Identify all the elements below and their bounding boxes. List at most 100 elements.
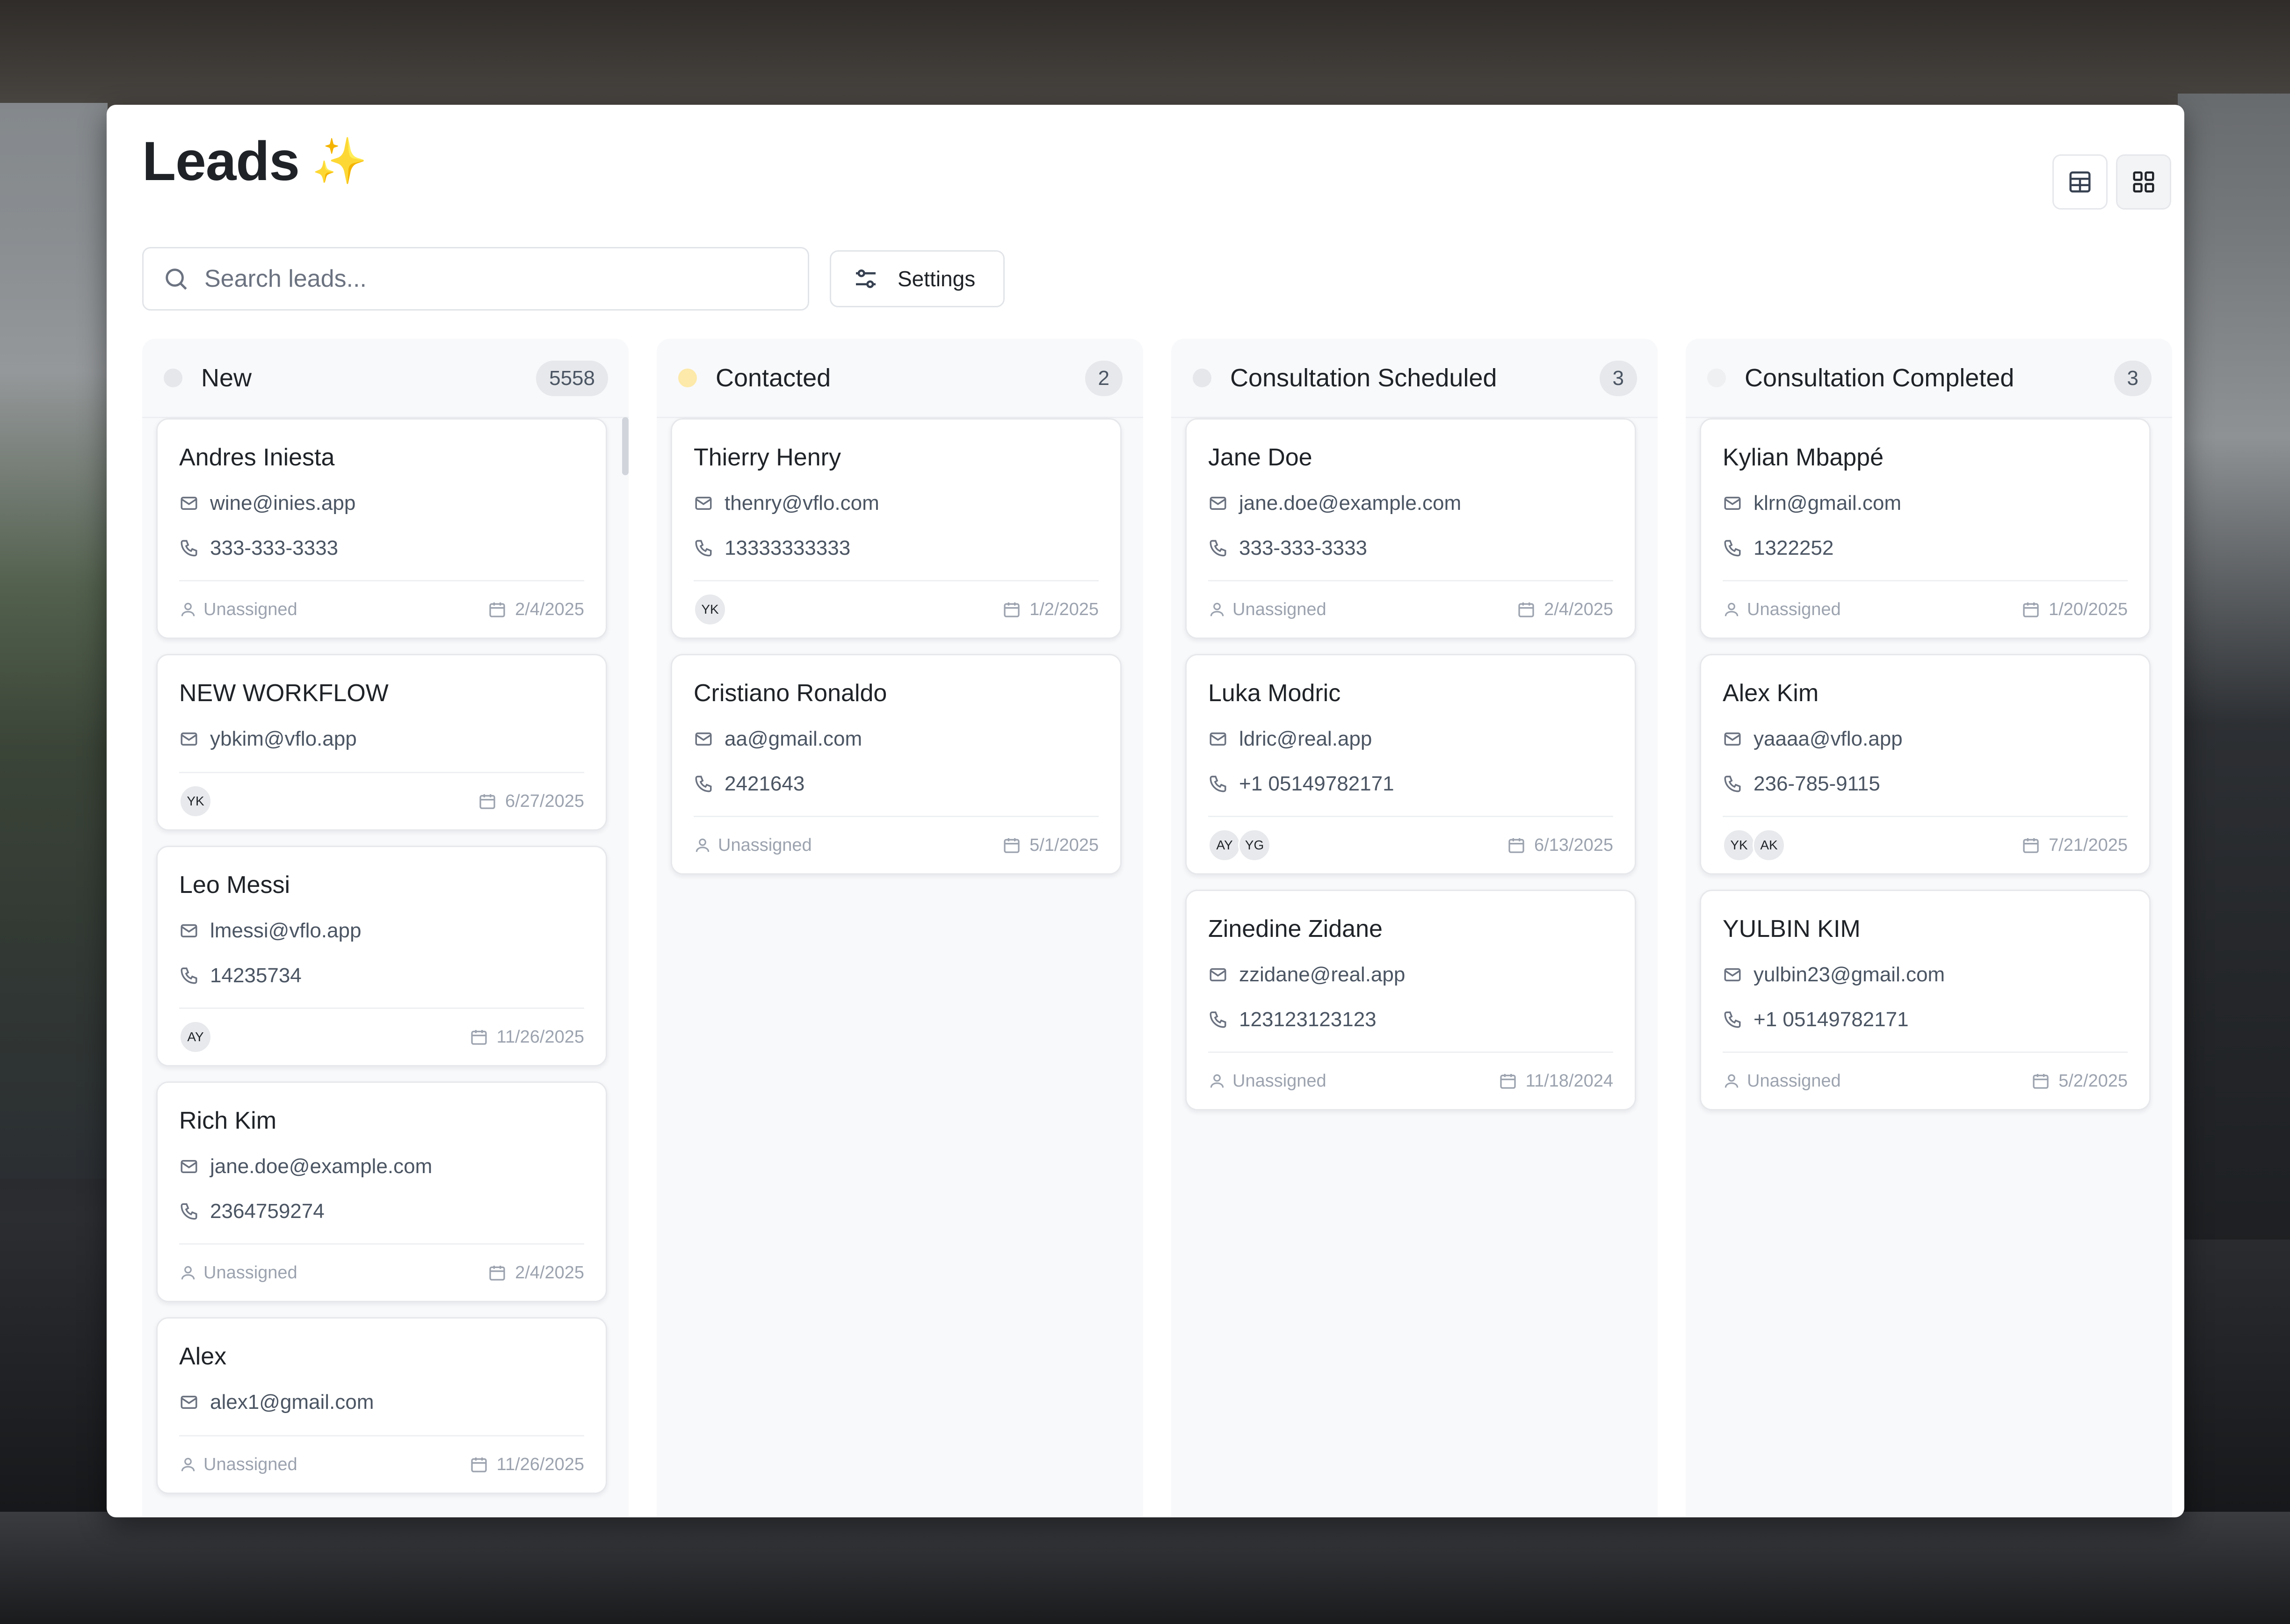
assignee[interactable]: Unassigned: [179, 1455, 297, 1475]
phone-icon: [695, 776, 712, 792]
date-label: 6/27/2025: [505, 791, 584, 811]
lead-card[interactable]: Thierry Henry thenry@vflo.com 13333333333 Y…: [671, 418, 1122, 639]
phone-icon: [181, 1203, 197, 1220]
assignee-avatars: YK AK: [1723, 829, 1785, 862]
date-label: 7/21/2025: [2048, 835, 2128, 855]
phone-row: +1 05149782171: [1208, 770, 1613, 798]
column-title: Consultation Scheduled: [1230, 363, 1497, 392]
lead-name: Kylian Mbappé: [1723, 444, 1884, 471]
lead-card[interactable]: YULBIN KIM yulbin23@gmail.com +1 051497821…: [1700, 890, 2151, 1110]
avatar[interactable]: AK: [1753, 829, 1785, 862]
lead-card[interactable]: Kylian Mbappé klrn@gmail.com 1322252 Unassi…: [1700, 418, 2151, 639]
lead-card[interactable]: Luka Modric ldric@real.app +1 05149782171 A…: [1185, 654, 1636, 875]
lead-email: jane.doe@example.com: [210, 1155, 433, 1178]
avatar[interactable]: YK: [179, 785, 212, 818]
date-label: 11/18/2024: [1525, 1071, 1613, 1091]
settings-button[interactable]: Settings: [830, 250, 1005, 307]
assignee[interactable]: Unassigned: [694, 835, 812, 856]
column-scrollbar[interactable]: [622, 417, 629, 475]
calendar-icon: [1518, 602, 1534, 617]
card-footer: Unassigned 2/4/2025: [179, 1243, 584, 1301]
lead-date: 11/18/2024: [1499, 1071, 1613, 1091]
date-label: 1/20/2025: [2048, 599, 2128, 619]
assignee-label: Unassigned: [203, 1262, 297, 1283]
lead-phone: 333-333-3333: [210, 536, 339, 559]
avatar[interactable]: YK: [694, 593, 726, 626]
date-label: 2/4/2025: [515, 1262, 584, 1283]
column-count-badge: 3: [2114, 361, 2152, 396]
mail-icon: [1210, 732, 1226, 746]
assignee[interactable]: Unassigned: [179, 600, 297, 620]
lead-name: YULBIN KIM: [1723, 915, 1861, 942]
card-footer: Unassigned 2/4/2025: [179, 580, 584, 638]
email-row: yulbin23@gmail.com: [1723, 961, 2128, 988]
lead-email: thenry@vflo.com: [725, 492, 879, 515]
lead-card[interactable]: Alex alex1@gmail.com Unassigned 11/26/2025: [156, 1317, 607, 1494]
card-footer: Unassigned 5/1/2025: [694, 816, 1099, 873]
lead-card[interactable]: Alex Kim yaaaa@vflo.app 236-785-9115 YK AK 7/…: [1700, 654, 2151, 875]
lead-phone: 236-785-9115: [1754, 772, 1880, 795]
lead-date: 2/4/2025: [488, 1263, 584, 1283]
assignee[interactable]: Unassigned: [1723, 600, 1841, 620]
lead-card[interactable]: Rich Kim jane.doe@example.com 2364759274 Un…: [156, 1081, 607, 1302]
avatar[interactable]: AY: [179, 1021, 212, 1053]
calendar-icon: [471, 1457, 487, 1472]
phone-row: 13333333333: [694, 535, 1099, 562]
table-view-button[interactable]: [2052, 154, 2108, 210]
phone-icon: [1724, 540, 1741, 557]
avatar[interactable]: AY: [1208, 829, 1241, 862]
phone-row: 333-333-3333: [179, 535, 584, 562]
search-box[interactable]: [142, 247, 809, 311]
column-header: Contacted 2: [657, 339, 1143, 418]
calendar-icon: [1004, 838, 1020, 853]
card-footer: Unassigned 1/20/2025: [1723, 580, 2128, 638]
mail-icon: [1210, 497, 1226, 510]
mail-icon: [1724, 968, 1741, 981]
avatar[interactable]: YK: [1723, 829, 1755, 862]
phone-row: 14235734: [179, 962, 584, 989]
grid-view-icon: [2133, 171, 2154, 193]
toolbar: Settings: [142, 247, 1005, 311]
search-input[interactable]: [203, 264, 767, 293]
lead-date: 11/26/2025: [470, 1455, 584, 1475]
lead-card[interactable]: Andres Iniesta wine@inies.app 333-333-3333…: [156, 418, 607, 639]
assignee[interactable]: Unassigned: [1723, 1071, 1841, 1091]
phone-row: 1322252: [1723, 535, 2128, 562]
status-dot: [164, 368, 182, 387]
assignee-avatars: AY YG: [1208, 829, 1271, 862]
assignee[interactable]: Unassigned: [1208, 600, 1326, 620]
grid-view-button[interactable]: [2116, 154, 2171, 210]
user-icon: [1210, 602, 1224, 616]
lead-date: 2/4/2025: [488, 600, 584, 620]
lead-email: jane.doe@example.com: [1239, 492, 1462, 515]
column-title: New: [201, 363, 252, 392]
column-2: Consultation Scheduled 3 Jane Doe jane.doe@…: [1171, 339, 1658, 1517]
email-row: ldric@real.app: [1208, 725, 1613, 753]
email-row: klrn@gmail.com: [1723, 490, 2128, 517]
lead-card[interactable]: Leo Messi lmessi@vflo.app 14235734 AY 11/26/…: [156, 846, 607, 1066]
title-row: Leads ✨: [142, 131, 2171, 192]
lead-card[interactable]: Zinedine Zidane zzidane@real.app 123123123…: [1185, 890, 1636, 1110]
kanban-board: New 5558 Andres Iniesta wine@inies.app 333-3…: [142, 339, 2172, 1517]
email-row: jane.doe@example.com: [1208, 490, 1613, 517]
column-0: New 5558 Andres Iniesta wine@inies.app 333-3…: [142, 339, 629, 1517]
email-row: alex1@gmail.com: [179, 1389, 584, 1416]
lead-card[interactable]: NEW WORKFLOW ybkim@vflo.app YK 6/27/2025: [156, 654, 607, 831]
assignee-avatars: YK: [694, 593, 726, 626]
avatar[interactable]: YG: [1238, 829, 1271, 862]
phone-icon: [1724, 776, 1741, 792]
lead-date: 1/20/2025: [2022, 600, 2128, 620]
lead-card[interactable]: Cristiano Ronaldo aa@gmail.com 2421643 Unas…: [671, 654, 1122, 875]
assignee[interactable]: Unassigned: [179, 1263, 297, 1283]
phone-row: 2421643: [694, 770, 1099, 798]
user-icon: [181, 1266, 195, 1280]
calendar-icon: [1500, 1074, 1516, 1089]
card-footer: YK AK 7/21/2025: [1723, 816, 2128, 873]
calendar-icon: [489, 602, 505, 617]
user-icon: [181, 602, 195, 616]
user-icon: [1725, 1074, 1739, 1088]
card-footer: AY 11/26/2025: [179, 1008, 584, 1065]
assignee[interactable]: Unassigned: [1208, 1071, 1326, 1091]
lead-card[interactable]: Jane Doe jane.doe@example.com 333-333-3333…: [1185, 418, 1636, 639]
phone-icon: [181, 967, 197, 984]
